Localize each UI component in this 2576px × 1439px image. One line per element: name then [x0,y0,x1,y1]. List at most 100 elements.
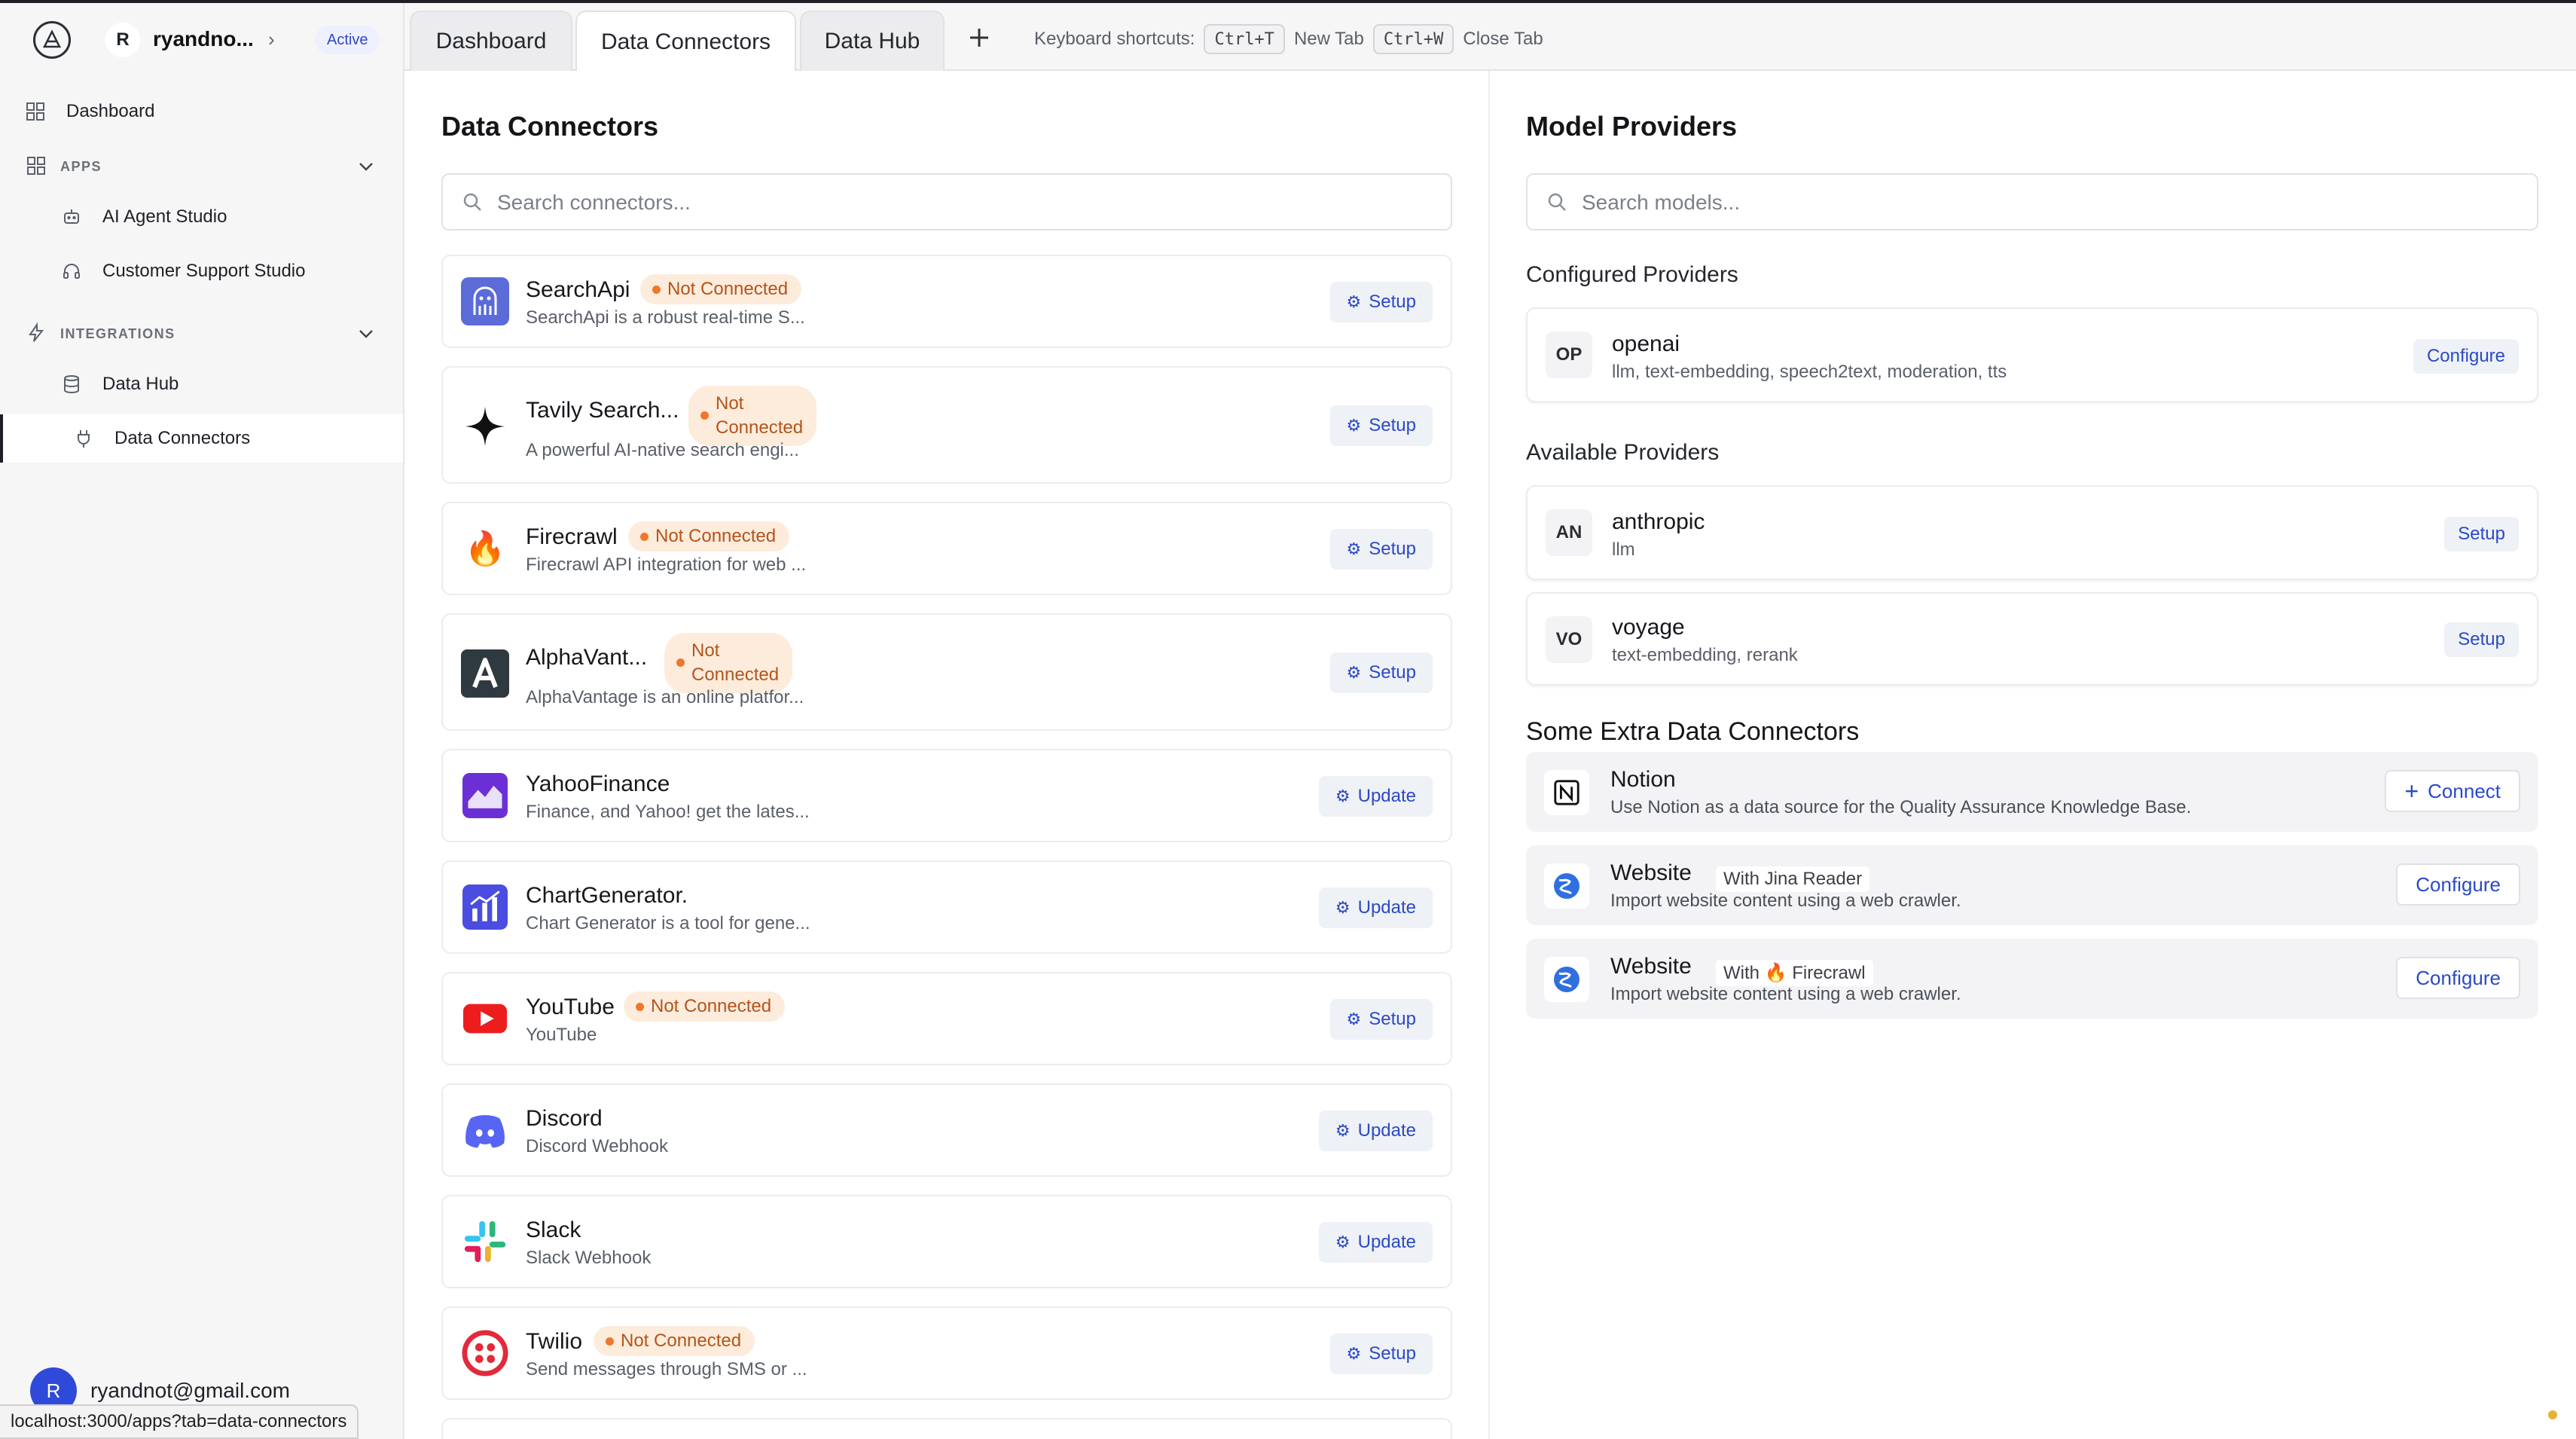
database-icon [60,373,83,396]
update-button[interactable]: ⚙ Update [1318,1222,1433,1263]
provider-abbr: VO [1546,616,1592,663]
button-label: Setup [1369,539,1416,559]
app-logo-icon[interactable] [33,21,71,59]
workspace-name[interactable]: ryandno... [153,27,254,51]
extra-card-website-firecrawl[interactable]: Website With 🔥 Firecrawl Import website … [1526,939,2538,1019]
connector-card-slack[interactable]: Slack Slack Webhook ⚙ Update [441,1195,1452,1288]
tab-data-connectors[interactable]: Data Connectors [575,11,796,72]
sidebar-item-label: AI Agent Studio [102,206,227,227]
panel-divider [1488,71,1490,1439]
connector-name: YouTube [526,994,615,1019]
extra-name: Notion [1610,767,1676,792]
sidebar-section-apps[interactable]: APPS [0,148,403,185]
setup-button[interactable]: ⚙ Setup [1329,405,1433,446]
sidebar-item-customer-support-studio[interactable]: Customer Support Studio [0,247,403,295]
setup-button[interactable]: ⚙ Setup [1329,282,1433,322]
provider-name: anthropic [1612,509,1705,534]
setup-button[interactable]: ⚙ Setup [1329,1334,1433,1374]
provider-card-openai[interactable]: OP openai llm, text-embedding, speech2te… [1526,307,2538,402]
connector-card-discord[interactable]: Discord Discord Webhook ⚙ Update [441,1083,1452,1177]
connector-card-chartgenerator[interactable]: ChartGenerator. Chart Generator is a too… [441,860,1452,954]
discord-icon [461,1106,509,1154]
sidebar-item-dashboard[interactable]: Dashboard [0,87,403,136]
models-search[interactable] [1526,173,2538,231]
extra-card-website-jina[interactable]: Website With Jina Reader Import website … [1526,845,2538,925]
status-badge: Not Connected [594,1326,755,1356]
button-label: Update [1357,1120,1416,1141]
plug-icon [72,427,95,450]
sidebar-item-ai-agent-studio[interactable]: AI Agent Studio [0,193,403,241]
badge-line: Not [716,393,744,414]
connector-desc: Finance, and Yahoo! get the lates... [526,802,810,822]
setup-button[interactable]: Setup [2444,517,2519,551]
provider-card-anthropic[interactable]: AN anthropic llm Setup [1526,485,2538,580]
slack-icon [461,1217,509,1266]
connector-name: YahooFinance [526,771,670,796]
add-tab-icon[interactable] [966,24,996,54]
setup-button[interactable]: ⚙ Setup [1329,529,1433,570]
button-label: Setup [1369,662,1416,683]
chart-icon [461,883,509,931]
connector-card-twilio[interactable]: Twilio Not Connected Send messages throu… [441,1306,1452,1400]
plus-icon: + [2404,777,2419,805]
connector-card-firecrawl[interactable]: 🔥 Firecrawl Not Connected Firecrawl API … [441,502,1452,595]
badge-line: Not [691,640,720,661]
chevron-down-icon[interactable] [356,324,376,344]
gear-icon: ⚙ [1335,787,1351,805]
provider-card-voyage[interactable]: VO voyage text-embedding, rerank Setup [1526,592,2538,686]
configure-button[interactable]: Configure [2396,863,2520,906]
button-label: Connect [2428,779,2501,802]
badge-line: Connected [716,417,804,438]
sidebar-item-label: Data Connectors [114,428,251,448]
search-input[interactable] [497,188,1304,217]
workspace-header: R ryandno... › Active [0,3,404,74]
update-button[interactable]: ⚙ Update [1318,888,1433,928]
search-input[interactable] [1582,188,2389,217]
connector-desc: SearchApi is a robust real-time S... [526,307,805,328]
sidebar-item-data-hub[interactable]: Data Hub [0,360,403,408]
connector-card-yahoofinance[interactable]: yahoo! YahooFinance Finance, and Yahoo! … [441,749,1452,842]
update-button[interactable]: ⚙ Update [1318,776,1433,817]
connector-name: Slack [526,1217,581,1242]
setup-button[interactable]: Setup [2444,622,2519,657]
tab-data-hub[interactable]: Data Hub [800,11,945,71]
globe-icon [1544,957,1589,1002]
headphones-icon [60,260,83,283]
setup-button[interactable]: ⚙ Setup [1329,999,1433,1040]
models-title: Model Providers [1526,111,1738,142]
configure-button[interactable]: Configure [2413,339,2519,374]
connector-card-tavily[interactable]: Tavily Search... Not Connected A powerful… [441,366,1452,484]
connector-card-searchapi[interactable]: SearchApi Not Connected SearchApi is a r… [441,255,1452,348]
connector-desc: YouTube [526,1025,597,1045]
provider-abbr: AN [1546,509,1592,556]
chevron-right-icon[interactable]: › [268,28,275,51]
setup-button[interactable]: ⚙ Setup [1329,652,1433,693]
button-label: Update [1357,897,1416,918]
configured-providers-title: Configured Providers [1526,262,1738,287]
connector-name: Tavily Search... [526,398,679,423]
chevron-down-icon[interactable] [356,157,376,176]
connector-desc: AlphaVantage is an online platfor... [526,687,804,707]
sidebar-section-integrations[interactable]: INTEGRATIONS [0,315,403,353]
section-label: INTEGRATIONS [60,325,175,341]
tab-bar: Dashboard Data Connectors Data Hub Keybo… [404,3,2576,72]
sidebar-item-data-connectors[interactable]: Data Connectors [0,414,403,463]
connectors-search[interactable] [441,173,1452,231]
button-label: Setup [1369,1009,1416,1029]
extra-desc: Use Notion as a data source for the Qual… [1610,797,2192,817]
available-providers-title: Available Providers [1526,440,1720,465]
configure-button[interactable]: Configure [2396,957,2520,999]
update-button[interactable]: ⚙ Update [1318,1111,1433,1151]
connector-name: ChartGenerator. [526,883,688,908]
extra-card-notion[interactable]: Notion Use Notion as a data source for t… [1526,752,2538,832]
twilio-icon [461,1329,509,1377]
extra-name: Website [1610,860,1692,885]
connector-card-youtube[interactable]: YouTube Not Connected YouTube ⚙ Setup [441,972,1452,1065]
connector-card-alphavantage[interactable]: AlphaVant... Not Connected AlphaVantage i… [441,613,1452,731]
grid-icon [24,100,47,123]
status-badge: Not Connected [664,633,793,693]
connect-button[interactable]: + Connect [2385,770,2520,812]
tab-dashboard[interactable]: Dashboard [410,11,572,71]
provider-name: openai [1612,331,1680,356]
workspace-avatar[interactable]: R [105,23,140,57]
